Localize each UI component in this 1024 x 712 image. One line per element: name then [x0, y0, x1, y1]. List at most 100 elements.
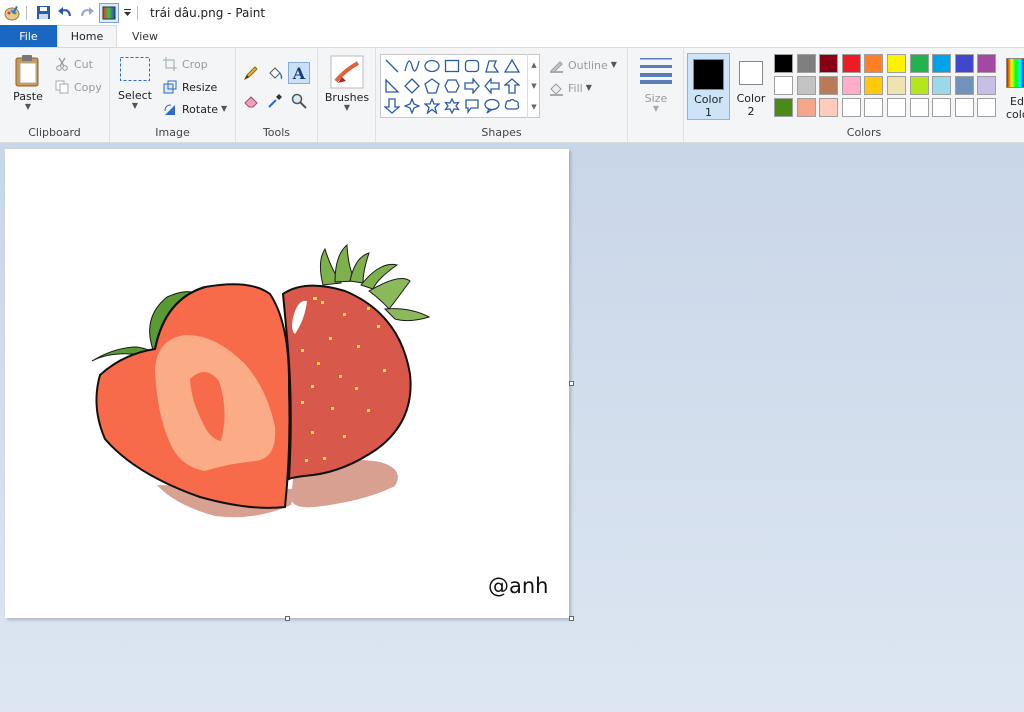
expand-gallery-icon[interactable]: ▼ [531, 103, 536, 111]
palette-swatch[interactable] [887, 76, 906, 95]
hexagon-shape-icon[interactable] [442, 76, 462, 95]
palette-swatch[interactable] [977, 98, 997, 117]
shapes-scrollbar[interactable]: ▲ ▼ ▼ [527, 54, 540, 118]
palette-swatch[interactable] [796, 76, 816, 95]
palette-swatch[interactable] [841, 98, 861, 117]
tab-view[interactable]: View [117, 25, 173, 47]
copy-button[interactable]: Copy [54, 79, 102, 95]
copy-icon [54, 79, 70, 95]
palette-swatch[interactable] [774, 76, 793, 95]
rotate-button[interactable]: Rotate ▼ [162, 101, 227, 117]
edit-colors-button[interactable]: Ed colo [1004, 54, 1024, 121]
scissors-icon [54, 56, 70, 72]
palette-swatch[interactable] [977, 76, 997, 95]
oval-callout-shape-icon[interactable] [482, 96, 502, 115]
select-button[interactable]: Select ▼ [116, 56, 154, 110]
palette-swatch[interactable] [932, 98, 952, 117]
paint-app-icon[interactable] [2, 3, 22, 23]
line-shape-icon[interactable] [382, 56, 402, 75]
undo-icon[interactable] [55, 3, 75, 23]
size-button[interactable]: Size ▼ [636, 56, 676, 113]
fill-button[interactable]: Fill ▼ [548, 80, 592, 96]
polygon-shape-icon[interactable] [482, 56, 502, 75]
rounded-rectangle-shape-icon[interactable] [462, 56, 482, 75]
palette-swatch[interactable] [774, 54, 793, 73]
chevron-down-icon: ▼ [24, 102, 32, 111]
palette-swatch[interactable] [774, 98, 793, 117]
fill-bucket-icon[interactable] [264, 62, 286, 84]
customize-toolbar-dropdown-icon[interactable] [121, 3, 133, 23]
palette-swatch[interactable] [909, 76, 929, 95]
palette-swatch[interactable] [954, 76, 974, 95]
text-tool-icon[interactable]: A [288, 62, 310, 84]
chevron-down-icon: ▼ [343, 103, 351, 112]
right-arrow-shape-icon[interactable] [462, 76, 482, 95]
palette-swatch[interactable] [796, 54, 816, 73]
palette-swatch[interactable] [932, 54, 952, 73]
palette-swatch[interactable] [977, 54, 997, 73]
left-arrow-shape-icon[interactable] [482, 76, 502, 95]
palette-swatch[interactable] [841, 54, 861, 73]
canvas-resize-handle-right[interactable] [569, 381, 574, 386]
magnifier-icon[interactable] [288, 90, 310, 112]
outline-button[interactable]: Outline ▼ [548, 57, 617, 73]
resize-icon [162, 79, 178, 95]
scroll-up-icon[interactable]: ▲ [531, 61, 536, 69]
color-picker-icon[interactable] [264, 90, 286, 112]
color2-button[interactable]: Color 2 [733, 53, 769, 120]
six-point-star-shape-icon[interactable] [442, 96, 462, 115]
palette-swatch[interactable] [819, 98, 839, 117]
oval-shape-icon[interactable] [422, 56, 442, 75]
four-point-star-shape-icon[interactable] [402, 96, 422, 115]
canvas-resize-handle-corner[interactable] [569, 616, 574, 621]
palette-swatch[interactable] [954, 98, 974, 117]
triangle-shape-icon[interactable] [502, 56, 522, 75]
canvas-resize-handle-bottom[interactable] [285, 616, 290, 621]
color-quick-icon[interactable] [99, 2, 119, 23]
rectangle-shape-icon[interactable] [442, 56, 462, 75]
palette-swatch[interactable] [864, 54, 884, 73]
paste-button[interactable]: Paste ▼ [8, 54, 48, 111]
image-group: Select ▼ Crop Resize Rotate ▼ Image [110, 48, 236, 142]
up-arrow-shape-icon[interactable] [502, 76, 522, 95]
brushes-button[interactable]: Brushes ▼ [323, 55, 371, 112]
down-arrow-shape-icon[interactable] [382, 96, 402, 115]
drawing-canvas[interactable] [5, 149, 574, 621]
color1-button[interactable]: Color 1 [687, 53, 730, 120]
palette-swatch[interactable] [841, 76, 861, 95]
tab-file[interactable]: File [0, 25, 57, 47]
curve-shape-icon[interactable] [402, 56, 422, 75]
diamond-shape-icon[interactable] [402, 76, 422, 95]
crop-button[interactable]: Crop [162, 56, 208, 72]
redo-icon[interactable] [77, 3, 97, 23]
image-group-label: Image [155, 126, 190, 139]
right-triangle-shape-icon[interactable] [382, 76, 402, 95]
five-point-star-shape-icon[interactable] [422, 96, 442, 115]
palette-swatch[interactable] [909, 54, 929, 73]
color1-label: Color [694, 93, 723, 106]
pencil-icon[interactable] [240, 62, 262, 84]
cut-button[interactable]: Cut [54, 56, 93, 72]
palette-swatch[interactable] [887, 98, 906, 117]
palette-swatch[interactable] [954, 54, 974, 73]
pentagon-shape-icon[interactable] [422, 76, 442, 95]
cloud-callout-shape-icon[interactable] [502, 96, 522, 115]
palette-swatch[interactable] [909, 98, 929, 117]
edit-colors-label-2: colo [1006, 108, 1024, 121]
palette-swatch[interactable] [819, 54, 839, 73]
chevron-down-icon: ▼ [610, 60, 617, 69]
tab-home[interactable]: Home [57, 25, 117, 47]
quick-access-toolbar [0, 0, 142, 25]
scroll-down-icon[interactable]: ▼ [531, 82, 536, 90]
palette-swatch[interactable] [932, 76, 952, 95]
palette-swatch[interactable] [796, 98, 816, 117]
palette-swatch[interactable] [887, 54, 906, 73]
palette-swatch[interactable] [819, 76, 839, 95]
rounded-callout-shape-icon[interactable] [462, 96, 482, 115]
resize-label: Resize [182, 80, 218, 94]
palette-swatch[interactable] [864, 76, 884, 95]
eraser-icon[interactable] [240, 90, 262, 112]
resize-button[interactable]: Resize [162, 79, 217, 95]
palette-swatch[interactable] [864, 98, 884, 117]
save-icon[interactable] [33, 3, 53, 23]
